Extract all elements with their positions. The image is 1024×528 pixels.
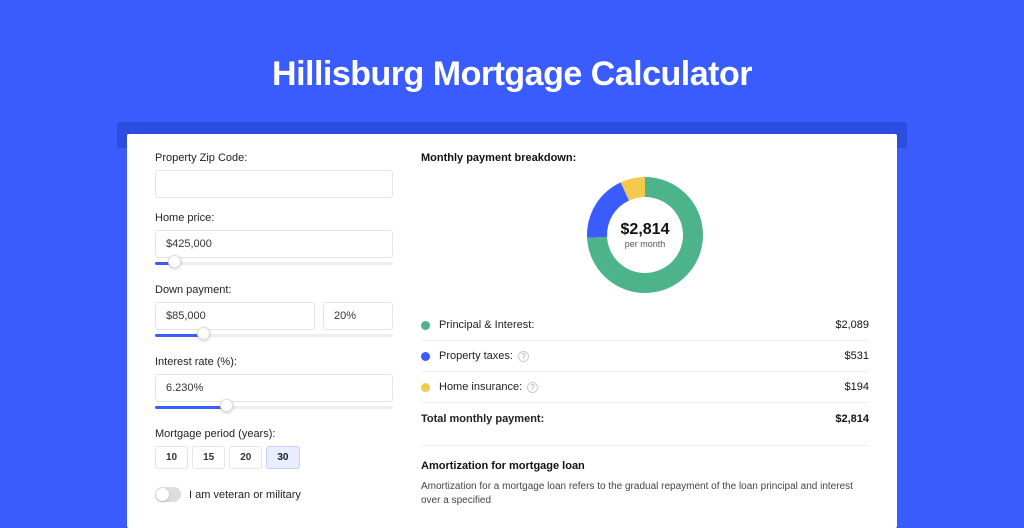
legend-label: Home insurance:: [439, 381, 522, 393]
slider-thumb[interactable]: [220, 399, 233, 412]
zip-label: Property Zip Code:: [155, 152, 393, 164]
donut-chart: $2,814 per month: [584, 174, 706, 296]
downpayment-amount-input[interactable]: [155, 302, 315, 330]
legend-dot: [421, 321, 430, 330]
total-row: Total monthly payment: $2,814: [421, 402, 869, 437]
veteran-label: I am veteran or military: [189, 489, 301, 501]
donut-amount: $2,814: [621, 221, 670, 239]
help-icon[interactable]: ?: [518, 351, 529, 362]
legend-value: $194: [845, 381, 869, 393]
slider-fill: [155, 334, 203, 337]
zip-group: Property Zip Code:: [155, 152, 393, 198]
legend-row: Property taxes:? $531: [421, 340, 869, 371]
calculator-card: Property Zip Code: Home price: Down paym…: [127, 134, 897, 528]
downpayment-group: Down payment:: [155, 284, 393, 342]
homeprice-slider[interactable]: [155, 260, 393, 270]
legend-value: $531: [845, 350, 869, 362]
rate-label: Interest rate (%):: [155, 356, 393, 368]
breakdown-column: Monthly payment breakdown: $2,814 per mo…: [421, 152, 869, 508]
total-label: Total monthly payment:: [421, 413, 544, 425]
legend: Principal & Interest: $2,089 Property taxe…: [421, 310, 869, 402]
amortization-section: Amortization for mortgage loan Amortizat…: [421, 445, 869, 508]
period-button-group: 10152030: [155, 446, 393, 469]
legend-row: Home insurance:? $194: [421, 371, 869, 402]
donut-center: $2,814 per month: [584, 174, 706, 296]
form-column: Property Zip Code: Home price: Down paym…: [155, 152, 393, 508]
legend-label: Property taxes:: [439, 350, 513, 362]
period-button-10[interactable]: 10: [155, 446, 188, 469]
period-button-30[interactable]: 30: [266, 446, 299, 469]
slider-thumb[interactable]: [168, 255, 181, 268]
legend-label: Principal & Interest:: [439, 319, 534, 331]
period-group: Mortgage period (years): 10152030: [155, 428, 393, 469]
help-icon[interactable]: ?: [527, 382, 538, 393]
rate-group: Interest rate (%):: [155, 356, 393, 414]
page-title: Hillisburg Mortgage Calculator: [0, 55, 1024, 94]
period-button-20[interactable]: 20: [229, 446, 262, 469]
zip-input[interactable]: [155, 170, 393, 198]
slider-fill: [155, 406, 226, 409]
downpayment-label: Down payment:: [155, 284, 393, 296]
page-hero: Hillisburg Mortgage Calculator Property …: [0, 0, 1024, 528]
period-button-15[interactable]: 15: [192, 446, 225, 469]
breakdown-heading: Monthly payment breakdown:: [421, 152, 869, 164]
total-amount: $2,814: [835, 413, 869, 425]
donut-sublabel: per month: [625, 239, 666, 249]
legend-row: Principal & Interest: $2,089: [421, 310, 869, 340]
period-label: Mortgage period (years):: [155, 428, 393, 440]
donut-chart-wrap: $2,814 per month: [421, 174, 869, 296]
downpayment-slider[interactable]: [155, 332, 393, 342]
amortization-heading: Amortization for mortgage loan: [421, 460, 869, 472]
homeprice-label: Home price:: [155, 212, 393, 224]
homeprice-group: Home price:: [155, 212, 393, 270]
homeprice-input[interactable]: [155, 230, 393, 258]
rate-slider[interactable]: [155, 404, 393, 414]
slider-track: [155, 262, 393, 265]
veteran-row: I am veteran or military: [155, 487, 393, 502]
rate-input[interactable]: [155, 374, 393, 402]
legend-dot: [421, 352, 430, 361]
amortization-text: Amortization for a mortgage loan refers …: [421, 480, 869, 508]
downpayment-pct-input[interactable]: [323, 302, 393, 330]
veteran-toggle[interactable]: [155, 487, 181, 502]
legend-value: $2,089: [835, 319, 869, 331]
slider-thumb[interactable]: [197, 327, 210, 340]
legend-dot: [421, 383, 430, 392]
